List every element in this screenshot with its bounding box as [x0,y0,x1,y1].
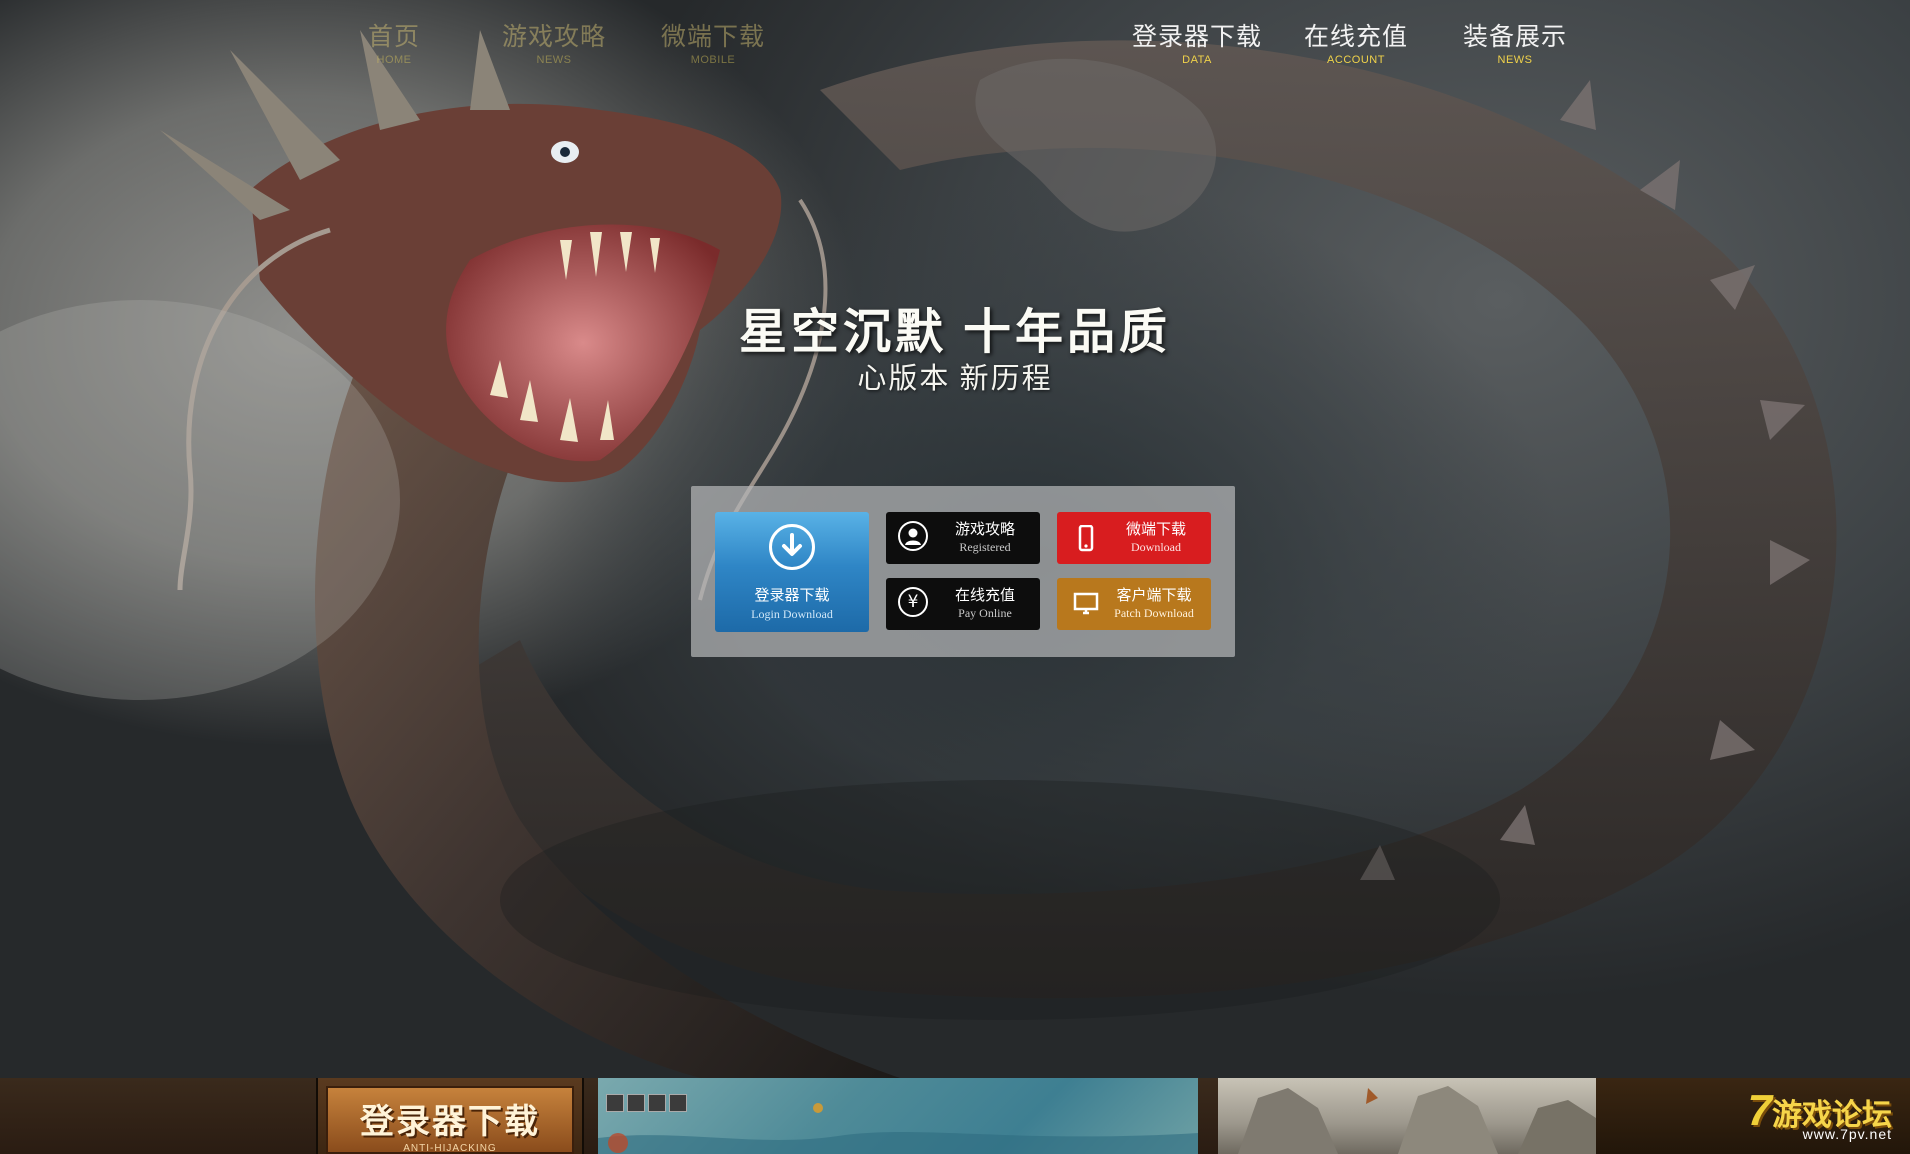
nav-sublabel: NEWS [536,54,572,66]
site-logo[interactable]: 7游戏论坛 www.7pv.net [1748,1086,1892,1142]
mobile-download-button[interactable]: 微端下载 Download [1057,512,1211,564]
bottom-thumbnail-strip: 登录器下载 ANTI-HIJACKING 7游戏论坛 www.7pv.net [0,1078,1910,1154]
button-sublabel: Patch Download [1114,606,1194,620]
nav-sublabel: DATA [1182,54,1212,66]
nav-label: 游戏攻略 [501,23,606,51]
game-guide-button[interactable]: 游戏攻略 Registered [886,512,1040,564]
slogan-title: 星空沉默 十年品质 [738,306,1171,359]
nav-sublabel: ACCOUNT [1327,54,1385,66]
phone-icon [1073,524,1099,552]
nav-item-mobile-download[interactable]: 微端下载 MOBILE [648,22,778,67]
client-download-button[interactable]: 客户端下载 Patch Download [1057,578,1211,630]
banner-title: 登录器下载 [360,1103,540,1141]
site-logo-area: 7游戏论坛 www.7pv.net [1596,1078,1910,1154]
nav-label: 装备展示 [1462,23,1567,51]
slogan-subtitle: 心版本 新历程 [857,363,1053,395]
nav-label: 首页 [367,23,420,51]
nav-label: 登录器下载 [1132,23,1263,51]
monitor-icon [1073,591,1099,617]
download-arrow-icon [769,524,815,570]
login-download-button[interactable]: 登录器下载 Login Download [715,512,869,632]
banner-subtitle: ANTI-HIJACKING [403,1143,497,1154]
nav-item-login-download[interactable]: 登录器下载 DATA [1132,22,1262,67]
game-screenshot-thumbnail[interactable] [598,1078,1198,1154]
nav-sublabel: MOBILE [690,54,736,66]
pay-online-button[interactable]: ¥ 在线充值 Pay Online [886,578,1040,630]
button-label: 游戏攻略 [954,521,1015,538]
button-sublabel: Login Download [751,607,833,621]
button-label: 客户端下载 [1116,587,1192,604]
nav-sublabel: NEWS [1497,54,1533,66]
nav-item-home[interactable]: 首页 HOME [329,22,459,67]
nav-item-guide[interactable]: 游戏攻略 NEWS [489,22,619,67]
nav-item-recharge[interactable]: 在线充值 ACCOUNT [1291,22,1421,67]
login-download-banner[interactable]: 登录器下载 ANTI-HIJACKING [316,1078,584,1154]
button-sublabel: Pay Online [958,606,1012,620]
scenery-thumbnail[interactable] [1218,1078,1596,1154]
download-panel: 登录器下载 Login Download 游戏攻略 Registered 微端下… [691,486,1235,657]
button-label: 登录器下载 [754,587,830,604]
nav-item-equipment[interactable]: 装备展示 NEWS [1450,22,1580,67]
user-icon [898,521,928,551]
yen-icon: ¥ [898,587,928,617]
button-sublabel: Download [1131,540,1181,554]
nav-label: 在线充值 [1303,23,1408,51]
button-sublabel: Registered [959,540,1011,554]
nav-sublabel: HOME [376,54,412,66]
button-label: 微端下载 [1125,521,1186,538]
nav-label: 微端下载 [660,23,765,51]
button-label: 在线充值 [954,587,1015,604]
